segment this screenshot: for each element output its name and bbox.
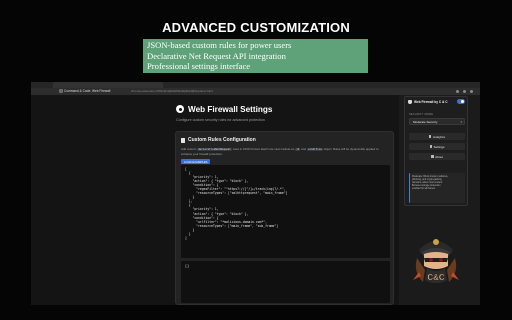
analytics-button[interactable]: Analytics xyxy=(409,133,465,140)
tab-title: Command & Code: Web Firewall xyxy=(64,89,111,93)
rules-editor[interactable]: [ { "priority": 1, "action": { "type": "… xyxy=(181,165,390,258)
page-header: Web Firewall Settings xyxy=(176,103,272,115)
info-icon xyxy=(431,155,434,158)
card-title: Custom Rules Configuration xyxy=(188,137,256,143)
security-mode-select[interactable]: Moderate Security ▾ xyxy=(409,118,465,125)
menu-icon[interactable] xyxy=(470,89,473,93)
profile-icon[interactable] xyxy=(463,89,466,93)
feature-item: Declarative Net Request API integration xyxy=(147,50,286,61)
shield-icon xyxy=(408,100,412,104)
mode-description: Moderate: Block known malicious, phishin… xyxy=(409,173,465,203)
address-bar[interactable]: Command & Code: Web Firewall chrome-exte… xyxy=(31,88,480,95)
extensions-icon[interactable] xyxy=(456,89,459,93)
card-header: Custom Rules Configuration xyxy=(181,137,256,143)
document-icon xyxy=(181,137,185,143)
gear-icon xyxy=(429,145,433,148)
feature-list: JSON-based custom rules for power users … xyxy=(143,39,368,73)
settings-button[interactable]: Settings xyxy=(409,143,465,150)
button-label: Analytics xyxy=(432,134,445,139)
extension-name: Web Firewall by C & C xyxy=(414,100,448,104)
note-line: enabled for all frames. xyxy=(412,187,436,191)
select-value: Moderate Security xyxy=(413,120,438,124)
gear-icon xyxy=(176,105,184,113)
options-page: Web Firewall Settings Configure custom s… xyxy=(31,95,399,305)
mascot-text: C&C xyxy=(427,273,445,282)
headline: ADVANCED CUSTOMIZATION xyxy=(162,20,350,35)
popup-header: Web Firewall by C & C xyxy=(408,100,448,104)
extension-popup: Web Firewall by C & C SECURITY MODE Mode… xyxy=(404,96,468,206)
secondary-json: [] xyxy=(185,264,190,268)
button-label: About xyxy=(435,154,443,159)
extension-favicon-icon xyxy=(59,89,63,93)
code-tag: condition xyxy=(306,148,323,151)
rules-json: [ { "priority": 1, "action": { "type": "… xyxy=(185,167,288,240)
load-examples-button[interactable]: LOAD EXAMPLES xyxy=(181,159,211,164)
page-title: Web Firewall Settings xyxy=(188,104,273,114)
custom-rules-card: Custom Rules Configuration Add custom de… xyxy=(175,131,394,305)
protection-toggle[interactable] xyxy=(457,99,465,104)
button-label: LOAD EXAMPLES xyxy=(184,159,208,164)
section-label: SECURITY MODE xyxy=(409,113,434,116)
card-help-text: Add custom declarativeNetRequest rules i… xyxy=(181,147,389,156)
button-label: Settings xyxy=(433,144,445,149)
chevron-down-icon: ▾ xyxy=(460,120,462,124)
chart-icon xyxy=(428,135,432,138)
mascot-logo: C&C xyxy=(413,239,459,283)
help-text: rules in JSON format. Each rule must inc… xyxy=(232,147,295,151)
help-text: and xyxy=(301,147,306,151)
feature-item: JSON-based custom rules for power users xyxy=(147,40,292,50)
url-text[interactable]: chrome-extension://dfhmlkmfjkldsfhlkdsfj… xyxy=(131,88,213,94)
secondary-editor[interactable]: [] xyxy=(181,261,390,303)
page-subtitle: Configure custom security rules for adva… xyxy=(176,118,265,122)
help-text: Add custom xyxy=(181,147,197,151)
feature-item: Professional settings interface xyxy=(147,61,251,71)
about-button[interactable]: About xyxy=(409,153,465,160)
code-tag: declarativeNetRequest xyxy=(197,148,232,151)
code-tag: id xyxy=(295,148,301,151)
